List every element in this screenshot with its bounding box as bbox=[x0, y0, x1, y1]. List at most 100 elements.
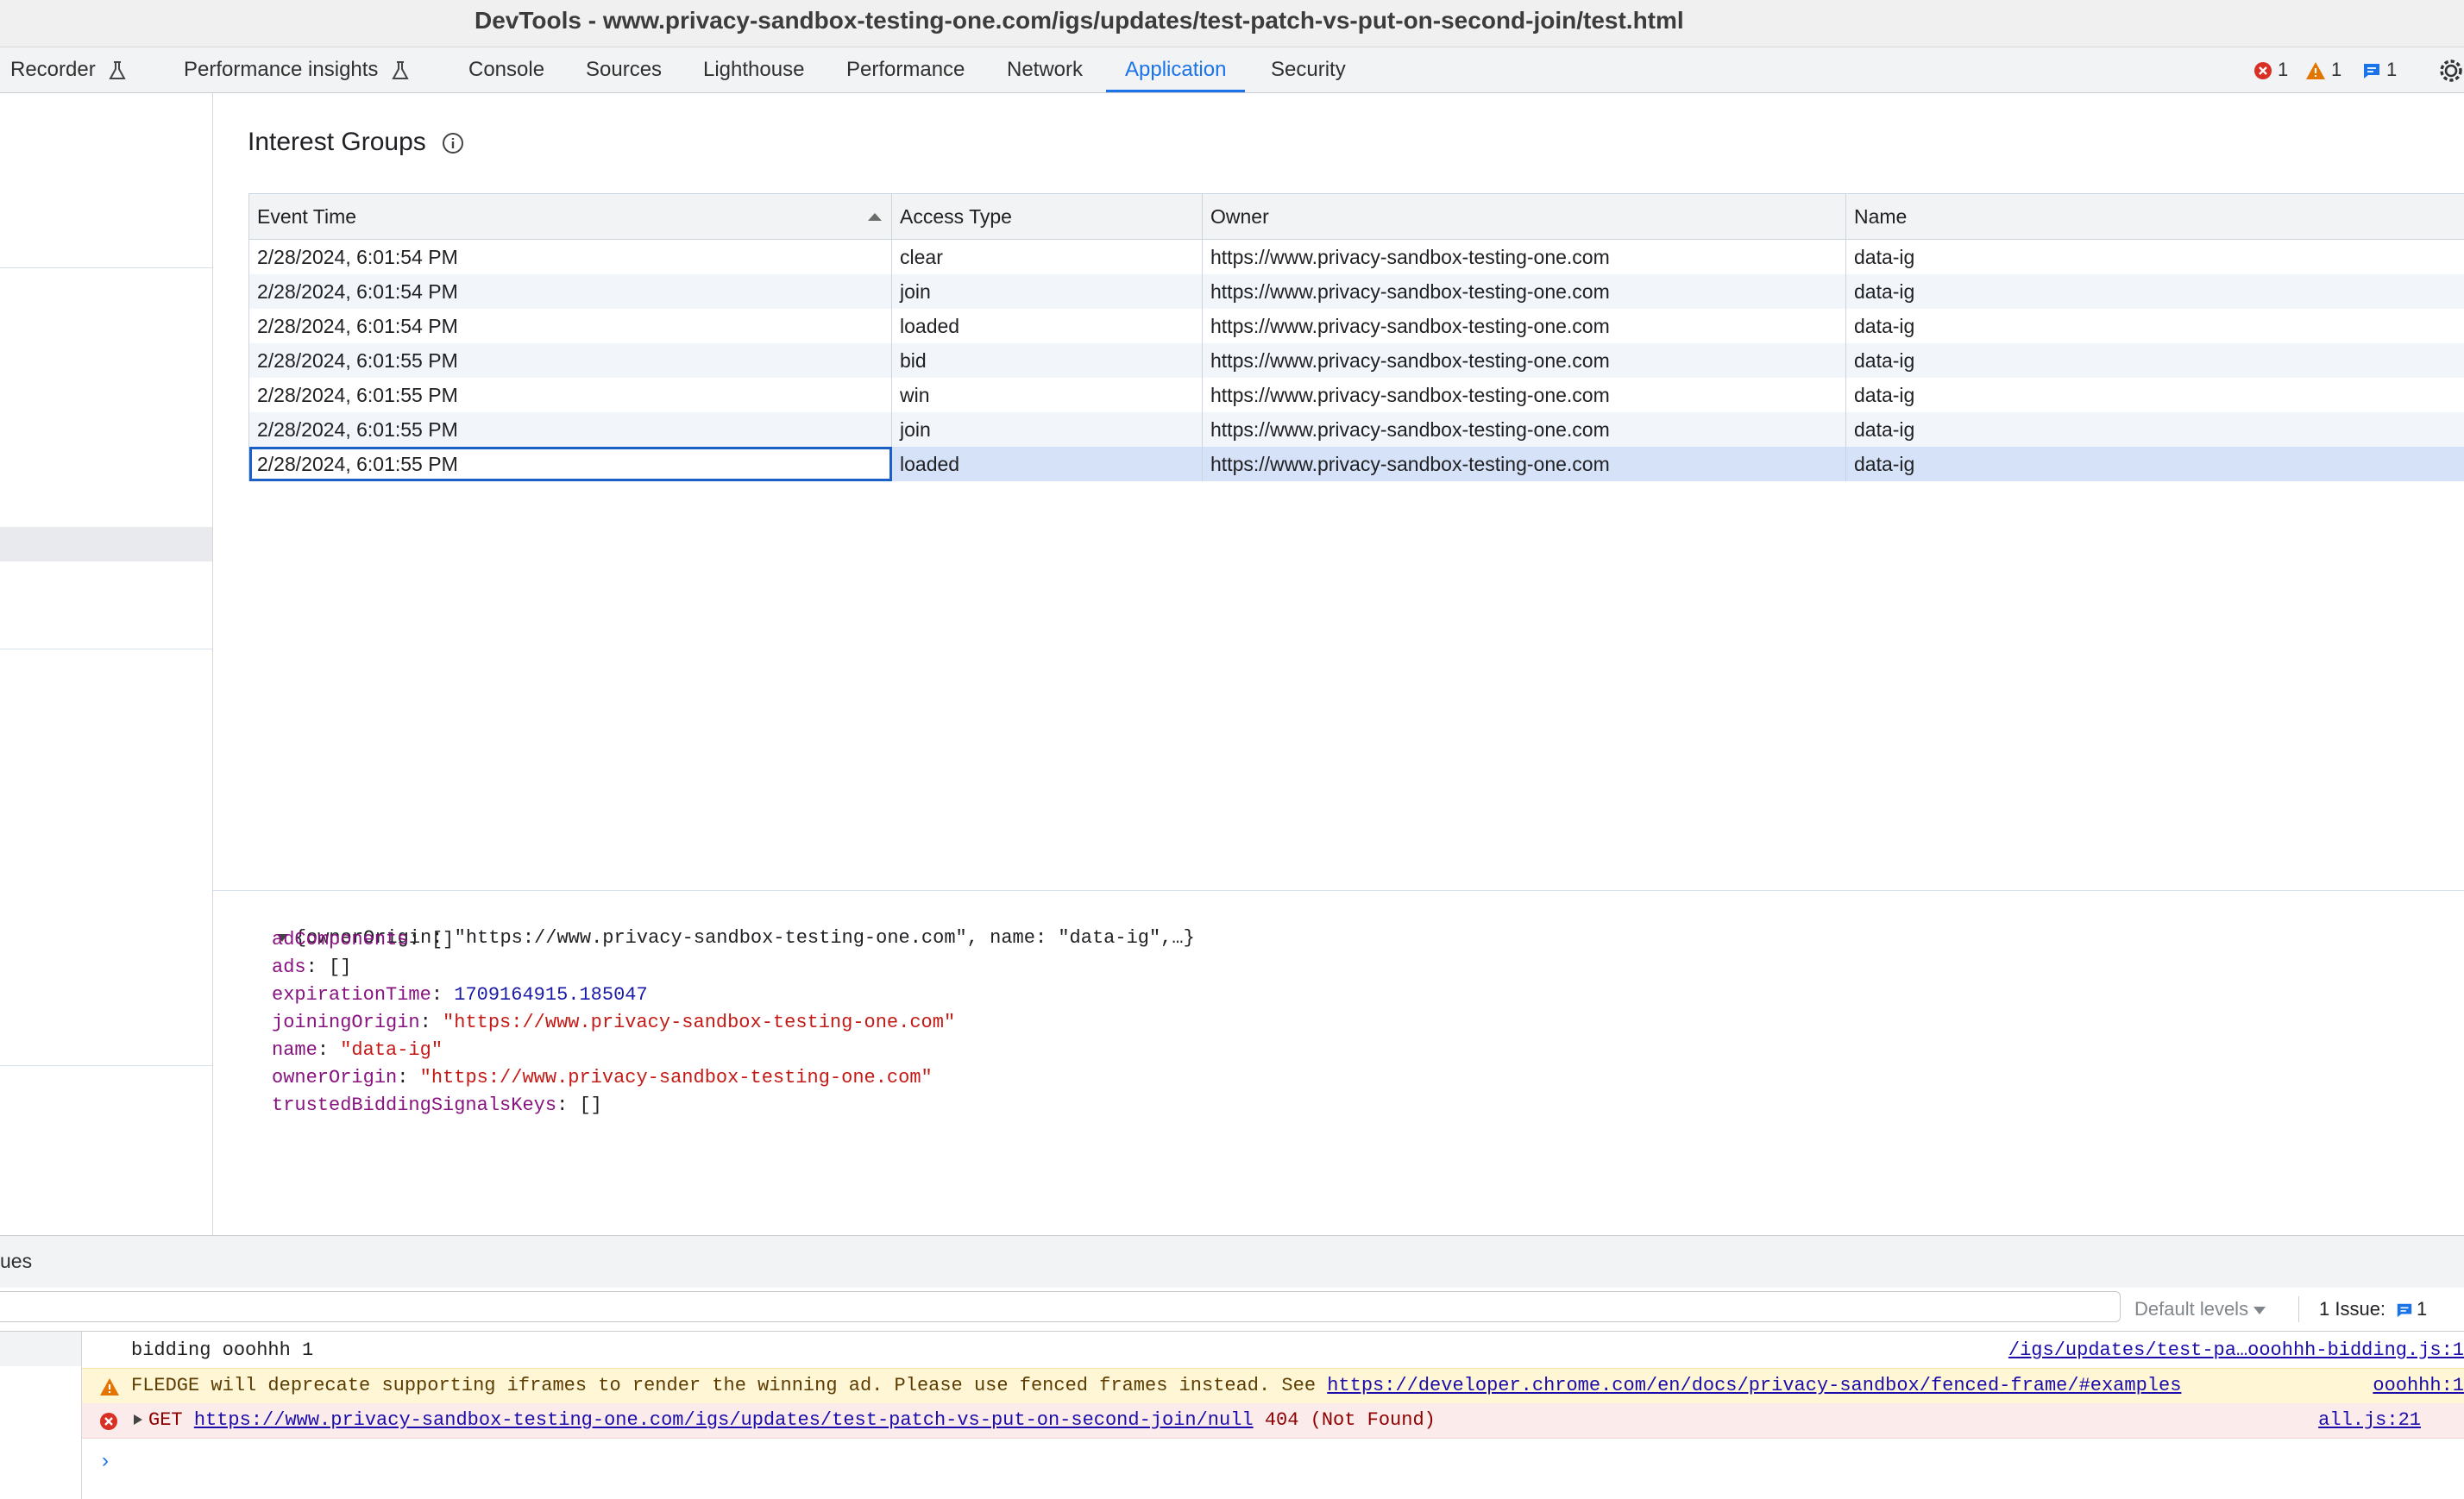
object-property: adComponents: [] bbox=[272, 929, 455, 950]
window-title: DevTools - www.privacy-sandbox-testing-o… bbox=[475, 7, 1684, 34]
tab-lighthouse[interactable]: Lighthouse bbox=[703, 47, 804, 92]
console-source-link[interactable]: /igs/updates/test-pa…ooohhh-bidding.js:1 bbox=[2008, 1333, 2464, 1368]
application-sidebar bbox=[0, 93, 213, 1235]
cell-owner: https://www.privacy-sandbox-testing-one.… bbox=[1203, 412, 1846, 447]
tab-application[interactable]: Application bbox=[1105, 47, 1246, 92]
message-icon bbox=[2364, 64, 2379, 79]
issues-counter[interactable]: 1 Issue: 1 bbox=[2319, 1298, 2427, 1320]
table-row-selected[interactable]: 2/28/2024, 6:01:55 PM loaded https://www… bbox=[249, 447, 2464, 481]
table-row[interactable]: 2/28/2024, 6:01:55 PM join https://www.p… bbox=[249, 412, 2464, 447]
cell-owner: https://www.privacy-sandbox-testing-one.… bbox=[1203, 309, 1846, 343]
console-toolbar: Default levels 1 Issue: 1 bbox=[0, 1288, 2464, 1332]
cell-access-type: bid bbox=[892, 343, 1203, 378]
flask-icon bbox=[392, 60, 409, 79]
table-row[interactable]: 2/28/2024, 6:01:54 PM join https://www.p… bbox=[249, 274, 2464, 309]
interest-group-details: {ownerOrigin: "https://www.privacy-sandb… bbox=[213, 890, 2464, 1236]
cell-access-type: join bbox=[892, 274, 1203, 309]
sidebar-divider bbox=[0, 267, 212, 268]
cell-access-type: win bbox=[892, 378, 1203, 412]
cell-name: data-ig bbox=[1854, 349, 1915, 372]
cell-name: data-ig bbox=[1854, 280, 1915, 303]
cell-event-time: 2/28/2024, 6:01:54 PM bbox=[249, 309, 892, 343]
column-header-owner[interactable]: Owner bbox=[1203, 194, 1846, 239]
cell-event-time: 2/28/2024, 6:01:54 PM bbox=[249, 274, 892, 309]
cell-owner: https://www.privacy-sandbox-testing-one.… bbox=[1203, 447, 1846, 481]
sidebar-divider bbox=[0, 1065, 212, 1066]
console-source-link[interactable]: ooohhh:1 bbox=[2373, 1369, 2464, 1403]
tab-network[interactable]: Network bbox=[1007, 47, 1083, 92]
fenced-frame-docs-link[interactable]: https://developer.chrome.com/en/docs/pri… bbox=[1327, 1375, 2181, 1396]
drawer-tab-issues[interactable]: ues bbox=[0, 1250, 32, 1273]
cell-access-type: loaded bbox=[892, 447, 1203, 481]
cell-event-time: 2/28/2024, 6:01:54 PM bbox=[249, 240, 892, 274]
cell-access-type: clear bbox=[892, 240, 1203, 274]
warning-icon bbox=[2306, 62, 2325, 80]
tab-performance[interactable]: Performance bbox=[846, 47, 965, 92]
tab-console[interactable]: Console bbox=[468, 47, 544, 92]
cell-owner: https://www.privacy-sandbox-testing-one.… bbox=[1203, 240, 1846, 274]
cell-owner: https://www.privacy-sandbox-testing-one.… bbox=[1203, 274, 1846, 309]
page-title: Interest Groups bbox=[248, 128, 464, 157]
console-error-message: GET https://www.privacy-sandbox-testing-… bbox=[82, 1403, 2464, 1439]
error-icon bbox=[100, 1413, 117, 1430]
cell-event-time: 2/28/2024, 6:01:55 PM bbox=[249, 412, 892, 447]
tab-recorder[interactable]: Recorder bbox=[10, 47, 127, 92]
console-sidebar-item[interactable] bbox=[0, 1332, 81, 1366]
info-icon[interactable] bbox=[442, 132, 464, 154]
console-sidebar bbox=[0, 1332, 82, 1499]
console-warning-message: FLEDGE will deprecate supporting iframes… bbox=[82, 1368, 2464, 1404]
tab-security[interactable]: Security bbox=[1271, 47, 1346, 92]
flask-icon bbox=[109, 60, 127, 79]
message-counter[interactable]: 1 bbox=[2362, 60, 2397, 80]
console-prompt-chevron[interactable]: › bbox=[102, 1449, 109, 1473]
column-header-name[interactable]: Name bbox=[1846, 194, 2464, 239]
console-filter-input[interactable] bbox=[0, 1291, 2121, 1322]
cell-event-time: 2/28/2024, 6:01:55 PM bbox=[249, 447, 892, 481]
cell-owner: https://www.privacy-sandbox-testing-one.… bbox=[1203, 378, 1846, 412]
error-icon bbox=[2254, 62, 2272, 80]
table-row[interactable]: 2/28/2024, 6:01:54 PM loaded https://www… bbox=[249, 309, 2464, 343]
interest-groups-pane: Interest Groups Event Time Access Type O… bbox=[213, 93, 2464, 890]
cell-name: data-ig bbox=[1854, 246, 1915, 268]
warning-icon bbox=[100, 1378, 119, 1396]
caret-down-icon bbox=[2253, 1306, 2266, 1314]
console-log-message: bidding ooohhh 1 /igs/updates/test-pa…oo… bbox=[82, 1333, 2464, 1368]
console-source-link[interactable]: all.js:21 bbox=[2318, 1403, 2421, 1438]
log-levels-dropdown[interactable]: Default levels bbox=[2134, 1298, 2266, 1320]
cell-access-type: join bbox=[892, 412, 1203, 447]
tab-sources[interactable]: Sources bbox=[586, 47, 662, 92]
window-titlebar: DevTools - www.privacy-sandbox-testing-o… bbox=[0, 0, 2464, 47]
table-row[interactable]: 2/28/2024, 6:01:54 PM clear https://www.… bbox=[249, 240, 2464, 274]
object-property: expirationTime: 1709164915.185047 bbox=[272, 984, 648, 1006]
console-messages: bidding ooohhh 1 /igs/updates/test-pa…oo… bbox=[0, 1332, 2464, 1499]
drawer-header: ues bbox=[0, 1235, 2464, 1289]
interest-groups-table: Event Time Access Type Owner Name 2/28/2… bbox=[248, 193, 2464, 481]
column-header-event-time[interactable]: Event Time bbox=[249, 194, 892, 239]
toolbar-divider bbox=[2298, 1296, 2299, 1322]
gear-icon[interactable] bbox=[2438, 58, 2464, 84]
warning-counter[interactable]: 1 bbox=[2305, 60, 2341, 80]
column-header-access-type[interactable]: Access Type bbox=[892, 194, 1203, 239]
object-property: name: "data-ig" bbox=[272, 1039, 443, 1061]
cell-name: data-ig bbox=[1854, 453, 1915, 475]
error-counter[interactable]: 1 bbox=[2253, 60, 2288, 80]
cell-owner: https://www.privacy-sandbox-testing-one.… bbox=[1203, 343, 1846, 378]
cell-event-time: 2/28/2024, 6:01:55 PM bbox=[249, 343, 892, 378]
table-row[interactable]: 2/28/2024, 6:01:55 PM win https://www.pr… bbox=[249, 378, 2464, 412]
devtools-tabbar: Recorder Performance insights Console So… bbox=[0, 47, 2464, 93]
tab-performance-insights[interactable]: Performance insights bbox=[184, 47, 410, 92]
message-icon bbox=[2397, 1303, 2412, 1318]
cell-name: data-ig bbox=[1854, 315, 1915, 337]
sidebar-item-selected[interactable] bbox=[0, 527, 212, 561]
table-header: Event Time Access Type Owner Name bbox=[249, 194, 2464, 240]
cell-access-type: loaded bbox=[892, 309, 1203, 343]
sort-ascending-icon bbox=[868, 213, 882, 221]
object-property: ownerOrigin: "https://www.privacy-sandbo… bbox=[272, 1067, 933, 1088]
cell-name: data-ig bbox=[1854, 384, 1915, 406]
object-property: joiningOrigin: "https://www.privacy-sand… bbox=[272, 1012, 956, 1033]
cell-event-time: 2/28/2024, 6:01:55 PM bbox=[249, 378, 892, 412]
object-property: trustedBiddingSignalsKeys: [] bbox=[272, 1094, 602, 1116]
request-url-link[interactable]: https://www.privacy-sandbox-testing-one.… bbox=[194, 1409, 1254, 1431]
triangle-right-icon[interactable] bbox=[133, 1414, 143, 1426]
table-row[interactable]: 2/28/2024, 6:01:55 PM bid https://www.pr… bbox=[249, 343, 2464, 378]
